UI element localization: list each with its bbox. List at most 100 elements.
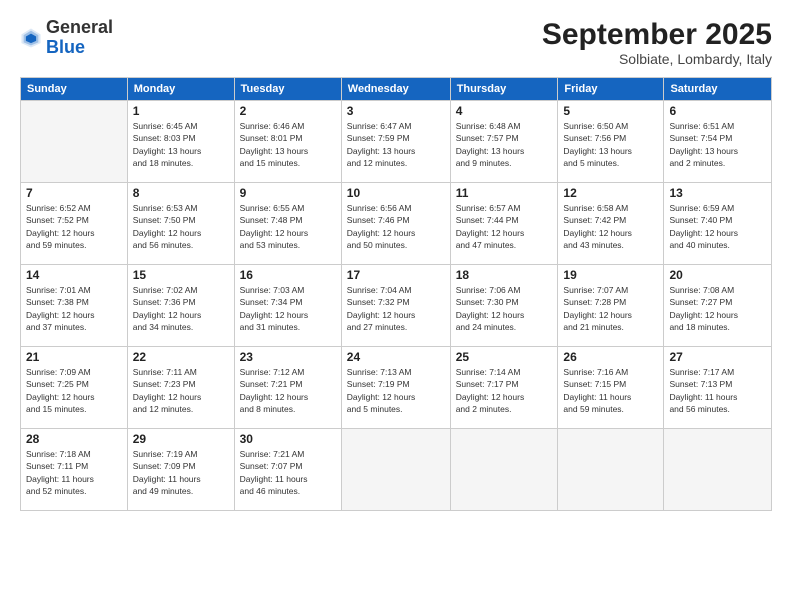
day-info: Sunrise: 7:04 AM Sunset: 7:32 PM Dayligh… [347,284,445,333]
day-info: Sunrise: 7:13 AM Sunset: 7:19 PM Dayligh… [347,366,445,415]
col-header-thursday: Thursday [450,78,558,101]
day-number: 9 [240,186,336,200]
day-number: 14 [26,268,122,282]
day-number: 20 [669,268,766,282]
day-number: 8 [133,186,229,200]
day-number: 10 [347,186,445,200]
day-info: Sunrise: 6:52 AM Sunset: 7:52 PM Dayligh… [26,202,122,251]
day-cell: 16 Sunrise: 7:03 AM Sunset: 7:34 PM Dayli… [234,265,341,347]
day-number: 17 [347,268,445,282]
day-info: Sunrise: 6:45 AM Sunset: 8:03 PM Dayligh… [133,120,229,169]
day-info: Sunrise: 7:02 AM Sunset: 7:36 PM Dayligh… [133,284,229,333]
day-number: 16 [240,268,336,282]
day-info: Sunrise: 7:19 AM Sunset: 7:09 PM Dayligh… [133,448,229,497]
day-cell: 18Sunrise: 7:06 AM Sunset: 7:30 PM Dayli… [450,265,558,347]
day-cell: 29 Sunrise: 7:19 AM Sunset: 7:09 PM Dayli… [127,429,234,511]
day-cell: 28Sunrise: 7:18 AM Sunset: 7:11 PM Dayli… [21,429,128,511]
day-number: 26 [563,350,658,364]
day-cell: 17 Sunrise: 7:04 AM Sunset: 7:32 PM Dayli… [341,265,450,347]
day-number: 25 [456,350,553,364]
day-cell: 23 Sunrise: 7:12 AM Sunset: 7:21 PM Dayli… [234,347,341,429]
day-cell: 12Sunrise: 6:58 AM Sunset: 7:42 PM Dayli… [558,183,664,265]
day-cell [558,429,664,511]
day-cell: 11Sunrise: 6:57 AM Sunset: 7:44 PM Dayli… [450,183,558,265]
day-number: 2 [240,104,336,118]
day-number: 3 [347,104,445,118]
day-number: 11 [456,186,553,200]
day-cell: 19 Sunrise: 7:07 AM Sunset: 7:28 PM Dayli… [558,265,664,347]
day-cell: 13 Sunrise: 6:59 AM Sunset: 7:40 PM Dayli… [664,183,772,265]
day-info: Sunrise: 6:48 AM Sunset: 7:57 PM Dayligh… [456,120,553,169]
day-info: Sunrise: 7:01 AM Sunset: 7:38 PM Dayligh… [26,284,122,333]
day-number: 5 [563,104,658,118]
day-cell: 5Sunrise: 6:50 AM Sunset: 7:56 PM Daylig… [558,101,664,183]
day-info: Sunrise: 7:07 AM Sunset: 7:28 PM Dayligh… [563,284,658,333]
day-info: Sunrise: 7:16 AM Sunset: 7:15 PM Dayligh… [563,366,658,415]
day-cell: 4 Sunrise: 6:48 AM Sunset: 7:57 PM Daylig… [450,101,558,183]
day-cell [664,429,772,511]
day-number: 7 [26,186,122,200]
logo: General Blue [20,18,113,58]
day-cell: 10 Sunrise: 6:56 AM Sunset: 7:46 PM Dayli… [341,183,450,265]
week-row-2: 7 Sunrise: 6:52 AM Sunset: 7:52 PM Daylig… [21,183,772,265]
day-info: Sunrise: 7:14 AM Sunset: 7:17 PM Dayligh… [456,366,553,415]
day-cell [450,429,558,511]
calendar-header-row: SundayMondayTuesdayWednesdayThursdayFrid… [21,78,772,101]
col-header-monday: Monday [127,78,234,101]
day-number: 4 [456,104,553,118]
day-cell: 20 Sunrise: 7:08 AM Sunset: 7:27 PM Dayli… [664,265,772,347]
day-number: 1 [133,104,229,118]
day-cell: 21 Sunrise: 7:09 AM Sunset: 7:25 PM Dayli… [21,347,128,429]
day-cell: 30Sunrise: 7:21 AM Sunset: 7:07 PM Dayli… [234,429,341,511]
day-cell: 24 Sunrise: 7:13 AM Sunset: 7:19 PM Dayli… [341,347,450,429]
col-header-tuesday: Tuesday [234,78,341,101]
day-number: 15 [133,268,229,282]
day-number: 12 [563,186,658,200]
col-header-saturday: Saturday [664,78,772,101]
calendar-table: SundayMondayTuesdayWednesdayThursdayFrid… [20,77,772,511]
day-info: Sunrise: 6:56 AM Sunset: 7:46 PM Dayligh… [347,202,445,251]
logo-icon [20,27,42,49]
day-number: 22 [133,350,229,364]
day-cell: 8 Sunrise: 6:53 AM Sunset: 7:50 PM Daylig… [127,183,234,265]
week-row-5: 28Sunrise: 7:18 AM Sunset: 7:11 PM Dayli… [21,429,772,511]
day-info: Sunrise: 7:08 AM Sunset: 7:27 PM Dayligh… [669,284,766,333]
day-info: Sunrise: 7:09 AM Sunset: 7:25 PM Dayligh… [26,366,122,415]
day-cell [341,429,450,511]
day-cell [21,101,128,183]
day-info: Sunrise: 6:53 AM Sunset: 7:50 PM Dayligh… [133,202,229,251]
day-number: 30 [240,432,336,446]
day-cell: 7 Sunrise: 6:52 AM Sunset: 7:52 PM Daylig… [21,183,128,265]
day-cell: 27Sunrise: 7:17 AM Sunset: 7:13 PM Dayli… [664,347,772,429]
month-title: September 2025 [542,18,772,51]
day-cell: 1 Sunrise: 6:45 AM Sunset: 8:03 PM Daylig… [127,101,234,183]
logo-text-block: General Blue [46,18,113,58]
day-cell: 14 Sunrise: 7:01 AM Sunset: 7:38 PM Dayli… [21,265,128,347]
day-cell: 15 Sunrise: 7:02 AM Sunset: 7:36 PM Dayli… [127,265,234,347]
day-info: Sunrise: 6:55 AM Sunset: 7:48 PM Dayligh… [240,202,336,251]
day-info: Sunrise: 6:47 AM Sunset: 7:59 PM Dayligh… [347,120,445,169]
day-cell: 26 Sunrise: 7:16 AM Sunset: 7:15 PM Dayli… [558,347,664,429]
col-header-wednesday: Wednesday [341,78,450,101]
day-number: 18 [456,268,553,282]
week-row-1: 1 Sunrise: 6:45 AM Sunset: 8:03 PM Daylig… [21,101,772,183]
day-number: 24 [347,350,445,364]
day-info: Sunrise: 7:03 AM Sunset: 7:34 PM Dayligh… [240,284,336,333]
day-cell: 6Sunrise: 6:51 AM Sunset: 7:54 PM Daylig… [664,101,772,183]
day-number: 13 [669,186,766,200]
day-info: Sunrise: 6:46 AM Sunset: 8:01 PM Dayligh… [240,120,336,169]
header: General Blue September 2025 Solbiate, Lo… [20,18,772,67]
day-info: Sunrise: 7:11 AM Sunset: 7:23 PM Dayligh… [133,366,229,415]
day-number: 19 [563,268,658,282]
day-cell: 25 Sunrise: 7:14 AM Sunset: 7:17 PM Dayli… [450,347,558,429]
day-info: Sunrise: 6:59 AM Sunset: 7:40 PM Dayligh… [669,202,766,251]
subtitle: Solbiate, Lombardy, Italy [542,51,772,67]
day-number: 21 [26,350,122,364]
day-info: Sunrise: 7:17 AM Sunset: 7:13 PM Dayligh… [669,366,766,415]
day-number: 29 [133,432,229,446]
day-cell: 9 Sunrise: 6:55 AM Sunset: 7:48 PM Daylig… [234,183,341,265]
day-number: 23 [240,350,336,364]
day-info: Sunrise: 7:12 AM Sunset: 7:21 PM Dayligh… [240,366,336,415]
week-row-4: 21 Sunrise: 7:09 AM Sunset: 7:25 PM Dayli… [21,347,772,429]
day-cell: 3 Sunrise: 6:47 AM Sunset: 7:59 PM Daylig… [341,101,450,183]
